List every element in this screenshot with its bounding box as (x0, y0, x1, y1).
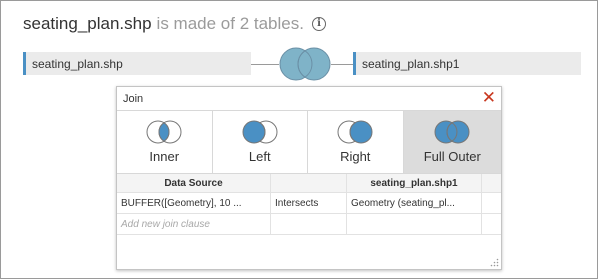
right-table-label: seating_plan.shp1 (362, 56, 460, 71)
join-dialog-title: Join (123, 92, 144, 105)
info-icon[interactable]: i (311, 17, 326, 31)
left-table-label: seating_plan.shp (32, 56, 123, 71)
join-operator[interactable]: Intersects (271, 193, 347, 213)
empty-cell (482, 214, 501, 234)
join-type-label: Right (340, 149, 371, 164)
datasource-header: seating_plan.shp is made of 2 tables. i (23, 13, 326, 35)
join-clause-grid: Data Source seating_plan.shp1 BUFFER([Ge… (117, 174, 501, 235)
right-join-icon (337, 120, 373, 144)
full-outer-join-icon (434, 120, 470, 144)
resize-grip-icon[interactable] (490, 258, 499, 267)
column-header-data-source[interactable]: Data Source (117, 174, 271, 192)
full-outer-join-icon[interactable] (278, 46, 332, 82)
add-clause-row[interactable]: Add new join clause (117, 214, 501, 235)
join-left-field[interactable]: BUFFER([Geometry], 10 ... (117, 193, 271, 213)
empty-cell (271, 214, 347, 234)
inner-join-icon (146, 120, 182, 144)
close-icon[interactable]: ✕ (482, 90, 496, 107)
right-table-pill[interactable]: seating_plan.shp1 (353, 52, 581, 75)
grid-header-row: Data Source seating_plan.shp1 (117, 174, 501, 193)
add-join-clause-placeholder[interactable]: Add new join clause (117, 214, 271, 234)
join-type-selector: Inner Left Right Full Outer (117, 111, 501, 174)
join-type-label: Full Outer (423, 149, 481, 164)
join-right-field[interactable]: Geometry (seating_pl... (347, 193, 482, 213)
left-join-icon (242, 120, 278, 144)
row-spacer (482, 193, 501, 213)
join-connector-left (251, 64, 279, 65)
join-connector-right (331, 64, 353, 65)
column-header-right-table[interactable]: seating_plan.shp1 (347, 174, 482, 192)
join-type-left[interactable]: Left (213, 111, 308, 173)
join-type-inner[interactable]: Inner (117, 111, 213, 173)
left-table-pill[interactable]: seating_plan.shp (23, 52, 251, 75)
join-dialog: Join ✕ Inner Left Right Full Outer Data … (116, 86, 502, 270)
join-dialog-titlebar: Join ✕ (117, 87, 501, 111)
datasource-summary: is made of 2 tables. (156, 14, 304, 33)
canvas-frame: seating_plan.shp is made of 2 tables. i … (0, 0, 598, 279)
join-type-label: Left (248, 149, 271, 164)
column-header-operator (271, 174, 347, 192)
join-type-right[interactable]: Right (308, 111, 404, 173)
join-type-label: Inner (149, 149, 180, 164)
empty-cell (347, 214, 482, 234)
table-row[interactable]: BUFFER([Geometry], 10 ... Intersects Geo… (117, 193, 501, 214)
column-header-spacer (482, 174, 501, 192)
datasource-name[interactable]: seating_plan.shp (23, 14, 152, 34)
join-type-full-outer[interactable]: Full Outer (403, 111, 501, 173)
